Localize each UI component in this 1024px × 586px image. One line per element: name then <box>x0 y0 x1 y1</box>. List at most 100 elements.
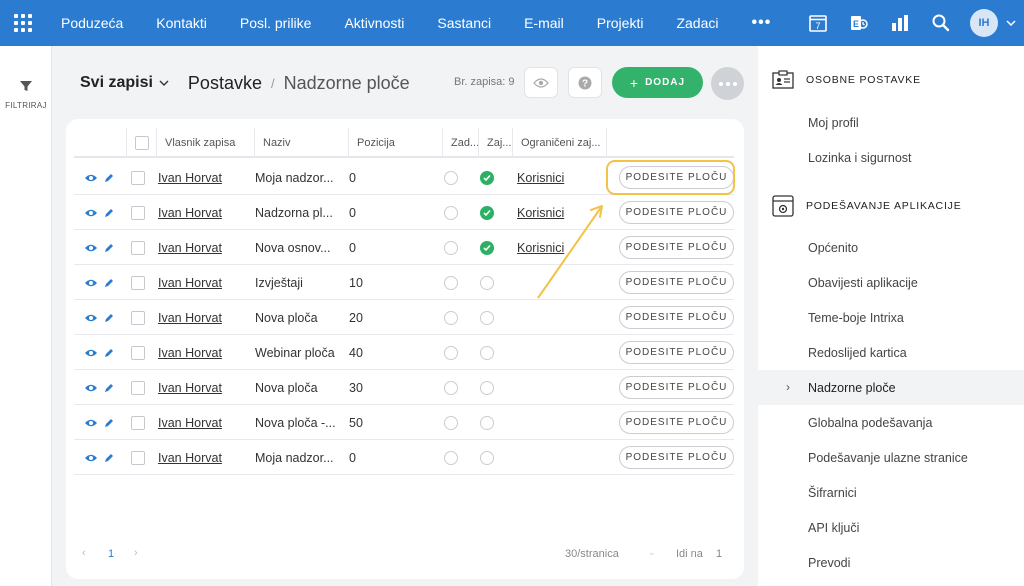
zad-radio[interactable] <box>444 205 458 220</box>
menu-teme-boje[interactable]: Teme-boje Intrixa <box>808 311 904 325</box>
nav-item-email[interactable]: E-mail <box>524 15 564 31</box>
eye-icon[interactable] <box>84 453 98 463</box>
owner-link[interactable]: Ivan Horvat <box>158 241 222 255</box>
pencil-icon[interactable] <box>104 208 114 218</box>
zad-radio[interactable] <box>444 275 458 290</box>
prev-page-icon[interactable]: ‹ <box>82 547 86 559</box>
menu-lozinka[interactable]: Lozinka i sigurnost <box>808 151 912 165</box>
col-ogr[interactable]: Ograničeni zaj... <box>512 128 606 158</box>
table-row[interactable]: Ivan Horvat Nova ploča 30 PODESITE PLOČU <box>74 370 734 405</box>
zad-radio[interactable] <box>444 450 458 465</box>
row-checkbox[interactable] <box>131 380 145 395</box>
col-zaj[interactable]: Zaj... <box>478 128 512 158</box>
eye-icon[interactable] <box>84 243 98 253</box>
apps-grid-icon[interactable] <box>0 0 46 46</box>
menu-moj-profil[interactable]: Moj profil <box>808 116 859 130</box>
zad-radio[interactable] <box>444 345 458 360</box>
nav-item-poduzeca[interactable]: Poduzeća <box>61 15 123 31</box>
filter-button[interactable]: FILTRIRAJ <box>0 79 52 110</box>
pencil-icon[interactable] <box>104 243 114 253</box>
zad-radio[interactable] <box>444 170 458 185</box>
row-checkbox[interactable] <box>131 240 145 255</box>
zaj-radio[interactable] <box>480 275 494 290</box>
row-checkbox[interactable] <box>131 310 145 325</box>
search-icon[interactable] <box>922 0 960 46</box>
zad-radio[interactable] <box>444 380 458 395</box>
zaj-radio[interactable] <box>480 450 494 465</box>
pencil-icon[interactable] <box>104 348 114 358</box>
setup-dashboard-button[interactable]: PODESITE PLOČU <box>619 306 734 329</box>
menu-nadzorne-ploce[interactable]: Nadzorne ploče <box>808 381 896 395</box>
menu-prevodi[interactable]: Prevodi <box>808 556 850 570</box>
owner-link[interactable]: Ivan Horvat <box>158 276 222 290</box>
table-row[interactable]: Ivan Horvat Izvještaji 10 PODESITE PLOČU <box>74 265 734 300</box>
add-button[interactable]: + DODAJ <box>612 67 703 98</box>
row-checkbox[interactable] <box>131 275 145 290</box>
eye-icon[interactable] <box>84 418 98 428</box>
setup-dashboard-button[interactable]: PODESITE PLOČU <box>619 341 734 364</box>
nav-item-poslovne-prilike[interactable]: Posl. prilike <box>240 15 312 31</box>
table-row[interactable]: Ivan Horvat Nova ploča 20 PODESITE PLOČU <box>74 300 734 335</box>
owner-link[interactable]: Ivan Horvat <box>158 171 222 185</box>
nav-item-kontakti[interactable]: Kontakti <box>156 15 207 31</box>
view-selector[interactable]: Svi zapisi <box>80 74 153 92</box>
zad-radio[interactable] <box>444 310 458 325</box>
nav-item-zadaci[interactable]: Zadaci <box>676 15 718 31</box>
eye-icon[interactable] <box>84 313 98 323</box>
nav-item-projekti[interactable]: Projekti <box>597 15 644 31</box>
menu-obavijesti[interactable]: Obavijesti aplikacije <box>808 276 918 290</box>
nav-more-button[interactable]: ••• <box>751 14 771 32</box>
table-row[interactable]: Ivan Horvat Nova ploča -... 50 PODESITE PLO… <box>74 405 734 440</box>
setup-dashboard-button[interactable]: PODESITE PLOČU <box>619 236 734 259</box>
setup-dashboard-button[interactable]: PODESITE PLOČU <box>619 411 734 434</box>
owner-link[interactable]: Ivan Horvat <box>158 206 222 220</box>
nav-item-sastanci[interactable]: Sastanci <box>437 15 491 31</box>
owner-link[interactable]: Ivan Horvat <box>158 451 222 465</box>
next-page-icon[interactable]: › <box>134 547 138 559</box>
zad-radio[interactable] <box>444 415 458 430</box>
menu-sifrarnici[interactable]: Šifrarnici <box>808 486 857 500</box>
pencil-icon[interactable] <box>104 173 114 183</box>
menu-globalna-podesavanja[interactable]: Globalna podešavanja <box>808 416 932 430</box>
zaj-radio[interactable] <box>480 310 494 325</box>
breadcrumb-postavke[interactable]: Postavke <box>188 73 262 94</box>
row-checkbox[interactable] <box>131 415 145 430</box>
check-circle-icon[interactable] <box>480 170 494 185</box>
chevron-down-icon[interactable] <box>159 80 169 86</box>
setup-dashboard-button[interactable]: PODESITE PLOČU <box>619 201 734 224</box>
pencil-icon[interactable] <box>104 383 114 393</box>
menu-api-kljuci[interactable]: API ključi <box>808 521 859 535</box>
eye-icon[interactable] <box>84 383 98 393</box>
help-button[interactable]: ? <box>568 67 602 98</box>
bar-chart-icon[interactable] <box>881 0 919 46</box>
setup-dashboard-button[interactable]: PODESITE PLOČU <box>619 376 734 399</box>
col-name[interactable]: Naziv <box>254 128 348 158</box>
pencil-icon[interactable] <box>104 453 114 463</box>
check-circle-icon[interactable] <box>480 240 494 255</box>
current-page[interactable]: 1 <box>108 548 114 560</box>
zad-radio[interactable] <box>444 240 458 255</box>
select-all-checkbox[interactable] <box>135 136 149 150</box>
exchange-icon[interactable]: E <box>840 0 878 46</box>
ogr-link[interactable]: Korisnici <box>517 171 564 185</box>
chevron-down-icon[interactable] <box>998 20 1024 26</box>
col-position[interactable]: Pozicija <box>348 128 442 158</box>
nav-item-aktivnosti[interactable]: Aktivnosti <box>344 15 404 31</box>
table-row[interactable]: Ivan Horvat Webinar ploča 40 PODESITE PLOČU <box>74 335 734 370</box>
zaj-radio[interactable] <box>480 380 494 395</box>
row-checkbox[interactable] <box>131 170 145 185</box>
view-toggle-button[interactable] <box>524 67 558 98</box>
col-zad[interactable]: Zad... <box>442 128 478 158</box>
zaj-radio[interactable] <box>480 415 494 430</box>
owner-link[interactable]: Ivan Horvat <box>158 346 222 360</box>
eye-icon[interactable] <box>84 208 98 218</box>
owner-link[interactable]: Ivan Horvat <box>158 381 222 395</box>
row-checkbox[interactable] <box>131 450 145 465</box>
row-checkbox[interactable] <box>131 205 145 220</box>
chevron-down-icon[interactable]: ⌄ <box>648 547 656 558</box>
calendar-icon[interactable]: 7 <box>799 0 837 46</box>
check-circle-icon[interactable] <box>480 205 494 220</box>
eye-icon[interactable] <box>84 173 98 183</box>
pencil-icon[interactable] <box>104 418 114 428</box>
table-row[interactable]: Ivan Horvat Nova osnov... 0 Korisnici PODESI… <box>74 230 734 265</box>
